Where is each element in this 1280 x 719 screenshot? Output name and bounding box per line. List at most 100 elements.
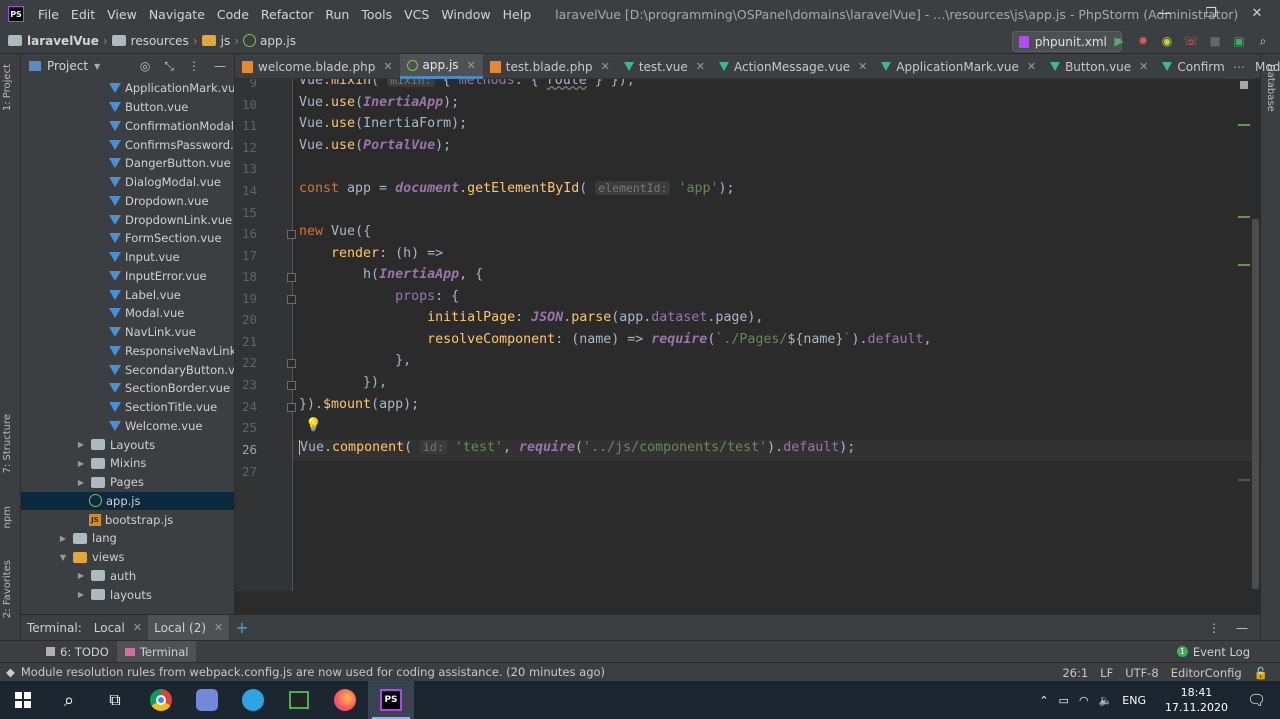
clock[interactable]: 18:41 17.11.2020 [1165,685,1228,715]
tree-item[interactable]: ResponsiveNavLink.vue [21,342,234,361]
discord-icon[interactable] [184,681,230,719]
close-icon[interactable]: ✕ [1139,60,1148,73]
tree-item[interactable]: Welcome.vue [21,417,234,436]
collapse-icon[interactable]: ⤡ [164,59,174,74]
task-view-icon[interactable]: ⧉ [92,681,138,719]
editor-tab[interactable]: ApplicationMark.vue ✕ [874,54,1043,79]
tree-item[interactable]: SectionBorder.vue [21,379,234,398]
close-icon[interactable]: ✕ [696,60,705,73]
hide-icon[interactable]: — [214,59,226,74]
search-icon[interactable]: ⌕ [1254,32,1272,50]
tree-item[interactable]: NavLink.vue [21,323,234,342]
tool-tab-structure[interactable]: 7: Structure [2,414,13,473]
chevron-right-icon[interactable]: ▶ [75,478,87,487]
firefox-icon[interactable] [322,681,368,719]
menu-item-file[interactable]: File [32,7,65,22]
menu-item-vcs[interactable]: VCS [398,7,435,22]
search-icon[interactable]: ⌕ [46,681,92,719]
menu-item-view[interactable]: View [101,7,143,22]
close-icon[interactable]: ✕ [133,621,142,634]
tree-item[interactable]: DialogModal.vue [21,173,234,192]
tree-item[interactable]: ConfirmationModal.vue [21,117,234,136]
editor-tab[interactable]: test.vue ✕ [617,54,712,79]
tree-item[interactable]: Input.vue [21,248,234,267]
ospanel-icon[interactable] [276,681,322,719]
language-indicator[interactable]: ENG [1122,694,1146,707]
tree-item[interactable]: FormSection.vue [21,229,234,248]
tree-item[interactable]: SecondaryButton.vue [21,360,234,379]
tree-item[interactable]: ApplicationMark.vue [21,79,234,98]
options-icon[interactable]: ⋮ [188,59,200,74]
tree-item[interactable]: ▶ layouts [21,585,234,604]
menu-item-code[interactable]: Code [211,7,255,22]
menu-item-refactor[interactable]: Refactor [255,7,319,22]
hide-icon[interactable]: — [1236,621,1248,635]
fold-marker-icon[interactable] [287,381,296,390]
todo-tool-button[interactable]: 6: TODO [38,641,117,663]
menu-item-run[interactable]: Run [319,7,355,22]
breadcrumb-js[interactable]: js [221,34,231,48]
tree-item[interactable]: ▶ Layouts [21,435,234,454]
volume-icon[interactable]: 🔈 [1099,694,1113,707]
lightbulb-icon[interactable]: 💡 [305,418,322,433]
chevron-down-icon[interactable]: ▼ [57,553,69,562]
close-icon[interactable]: ✕ [383,60,392,73]
close-icon[interactable]: ✕ [214,621,223,634]
editor-scrollbar[interactable] [1250,79,1260,591]
fold-marker-icon[interactable] [287,295,296,304]
add-terminal-icon[interactable]: + [229,615,254,641]
editor-tab[interactable]: Button.vue ✕ [1043,54,1155,79]
tree-item[interactable]: Button.vue [21,98,234,117]
tree-item[interactable]: Label.vue [21,285,234,304]
stop-icon[interactable]: ■ [1206,32,1224,50]
tool-tab-npm[interactable]: npm [2,506,13,528]
menu-item-edit[interactable]: Edit [65,7,101,22]
close-icon[interactable]: ✕ [858,60,867,73]
menu-item-navigate[interactable]: Navigate [143,7,211,22]
tree-item[interactable]: JS bootstrap.js [21,510,234,529]
tree-item[interactable]: Dropdown.vue [21,192,234,211]
editor-tab[interactable]: ActionMessage.vue ✕ [712,54,874,79]
chevron-right-icon[interactable]: ▶ [57,534,69,543]
listen-debug-icon[interactable]: ☏ [1182,32,1200,50]
fold-marker-icon[interactable] [287,273,296,282]
tree-item[interactable]: ConfirmsPassword.vue [21,135,234,154]
chevron-right-icon[interactable]: ▶ [75,459,87,468]
inspection-status-icon[interactable] [1240,81,1248,89]
run-configuration-select[interactable]: phpunit.xml ▼ [1012,31,1122,52]
chrome-icon[interactable] [138,681,184,719]
chevron-right-icon[interactable]: ▶ [75,571,87,580]
status-message[interactable]: Module resolution rules from webpack.con… [21,665,605,679]
project-panel-title[interactable]: Project [47,59,88,73]
menu-item-help[interactable]: Help [497,7,538,22]
tree-item[interactable]: ▶ Mixins [21,454,234,473]
battery-icon[interactable]: ▭ [1059,694,1069,707]
tree-item[interactable]: ▶ auth [21,567,234,586]
editor-tab[interactable]: test.blade.php ✕ [483,54,617,79]
chevron-right-icon[interactable]: ▶ [75,590,87,599]
breadcrumb-file[interactable]: app.js [260,34,296,48]
chevron-down-icon[interactable]: ▼ [94,62,100,71]
fold-marker-icon[interactable] [287,359,296,368]
telegram-icon[interactable] [230,681,276,719]
close-button[interactable]: ✕ [1234,0,1280,28]
terminal-tab-local[interactable]: Local ✕ [88,615,148,641]
debug-icon[interactable]: ✹ [1134,32,1152,50]
tool-tab-project[interactable]: 1: Project [2,64,13,111]
editorconfig-status[interactable]: EditorConfig [1171,666,1242,680]
menu-item-window[interactable]: Window [435,7,496,22]
locate-icon[interactable]: ◎ [140,59,150,74]
tree-item[interactable]: SectionTitle.vue [21,398,234,417]
breadcrumb-resources[interactable]: resources [131,34,189,48]
chevron-right-icon[interactable]: ▶ [75,440,87,449]
editor-tab[interactable]: welcome.blade.php ✕ [235,54,400,79]
start-button[interactable] [0,681,46,719]
tree-item[interactable]: DropdownLink.vue [21,210,234,229]
notifications-icon[interactable]: 🗨 [1247,691,1266,709]
phpstorm-taskbar-icon[interactable]: PS [368,681,414,719]
tree-item[interactable]: app.js [21,491,234,511]
event-log-button[interactable]: 1 Event Log [1169,641,1258,663]
menu-item-tools[interactable]: Tools [355,7,398,22]
tree-item[interactable]: Modal.vue [21,304,234,323]
close-icon[interactable]: ✕ [601,60,610,73]
